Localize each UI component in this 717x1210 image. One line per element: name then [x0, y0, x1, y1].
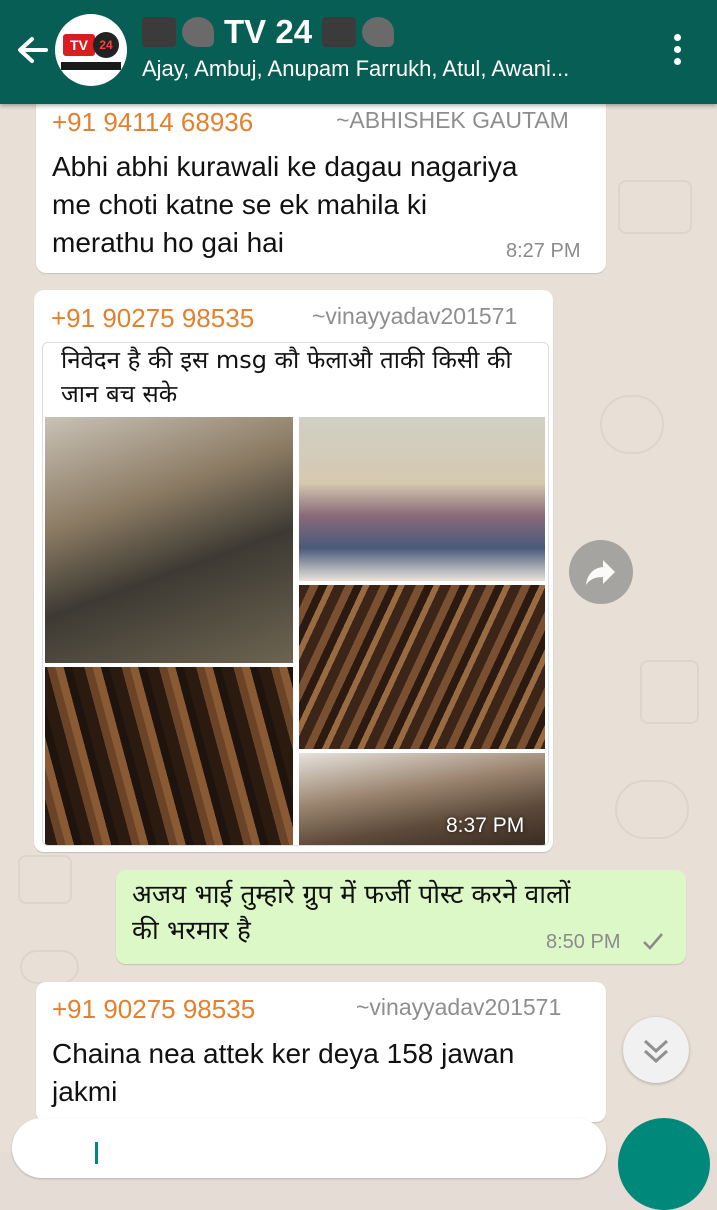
- message-line: Chaina nea attek ker deya 158 jawan: [52, 1038, 515, 1069]
- wallpaper-doodle: [600, 395, 664, 454]
- more-vert-icon[interactable]: [662, 30, 692, 70]
- sender-alias: ~vinayyadav201571: [312, 303, 518, 329]
- sender-alias: ~vinayyadav201571: [356, 994, 562, 1020]
- photo-hair-braids: [45, 667, 293, 845]
- scroll-to-bottom-button[interactable]: [623, 1017, 689, 1083]
- sender-alias: ~ABHISHEK GAUTAM: [336, 107, 569, 133]
- group-title: TV 24: [224, 13, 313, 50]
- avatar-logo-number: 24: [93, 32, 119, 58]
- avatar-logo-text: TV: [63, 34, 95, 56]
- satellite-dish-icon: [182, 17, 214, 47]
- wallpaper-doodle: [18, 855, 72, 904]
- chat-header: TV 24 TV 24 Ajay, Ambuj, Anupam Farrukh,…: [0, 0, 717, 104]
- movie-camera-icon: [142, 17, 176, 47]
- message-line: jakmi: [52, 1076, 118, 1107]
- caption-line: निवेदन है की इस msg कौ फेलाऔ ताकी किसी क…: [61, 346, 512, 374]
- sent-check-icon: [643, 933, 663, 950]
- message-time: 8:27 PM: [506, 240, 581, 262]
- group-title-row[interactable]: TV 24: [142, 10, 395, 54]
- sender-phone[interactable]: +91 94114 68936: [52, 107, 253, 138]
- wallpaper-doodle: [640, 660, 699, 724]
- wallpaper-doodle: [615, 780, 689, 839]
- message-input[interactable]: [12, 1118, 606, 1178]
- double-chevron-down-icon: [643, 1039, 669, 1064]
- message-time: 8:37 PM: [446, 814, 525, 837]
- forward-button[interactable]: [569, 540, 633, 604]
- mic-button[interactable]: [618, 1118, 710, 1210]
- photo-hair-braids: [299, 585, 545, 749]
- group-members[interactable]: Ajay, Ambuj, Anupam Farrukh, Atul, Awani…: [142, 56, 642, 82]
- message-line: Abhi abhi kurawali ke dagau nagariya: [52, 151, 518, 182]
- message-line: merathu ho gai hai: [52, 227, 284, 258]
- sender-phone[interactable]: +91 90275 98535: [51, 303, 254, 334]
- outgoing-message-bubble[interactable]: अजय भाई तुम्हारे ग्रुप में फर्जी पोस्ट क…: [116, 870, 686, 964]
- image-caption: निवेदन है की इस msg कौ फेलाऔ ताकी किसी क…: [61, 343, 541, 411]
- avatar-logo-strip: [61, 62, 121, 70]
- wallpaper-doodle: [20, 950, 79, 984]
- photo-press-conference: [45, 417, 293, 663]
- message-bubble[interactable]: +91 94114 68936 ~ABHISHEK GAUTAM Abhi ab…: [36, 96, 606, 273]
- wallpaper-doodle: [618, 180, 692, 234]
- message-text: अजय भाई तुम्हारे ग्रुप में फर्जी पोस्ट क…: [132, 877, 570, 949]
- sender-phone[interactable]: +91 90275 98535: [52, 994, 255, 1025]
- message-line: अजय भाई तुम्हारे ग्रुप में फर्जी पोस्ट क…: [132, 880, 571, 910]
- message-line: की भरमार है: [132, 916, 251, 946]
- caption-line: जान बच सके: [61, 380, 178, 408]
- forward-arrow-icon: [586, 560, 615, 585]
- text-caret: [95, 1142, 98, 1164]
- back-arrow-icon[interactable]: [12, 30, 52, 70]
- photo-arrested-group: [299, 417, 545, 581]
- message-text: Abhi abhi kurawali ke dagau nagariya me …: [52, 148, 517, 262]
- shared-image[interactable]: निवेदन है की इस msg कौ फेलाऔ ताकी किसी क…: [42, 342, 549, 846]
- message-line: me choti katne se ek mahila ki: [52, 189, 428, 220]
- message-time: 8:50 PM: [546, 931, 621, 953]
- group-avatar[interactable]: TV 24: [55, 14, 127, 86]
- message-bubble[interactable]: +91 90275 98535 ~vinayyadav201571 Chaina…: [36, 982, 606, 1122]
- radio-icon: [322, 17, 357, 47]
- satellite-dish-icon: [362, 17, 395, 47]
- message-text: Chaina nea attek ker deya 158 jawan jakm…: [52, 1035, 514, 1111]
